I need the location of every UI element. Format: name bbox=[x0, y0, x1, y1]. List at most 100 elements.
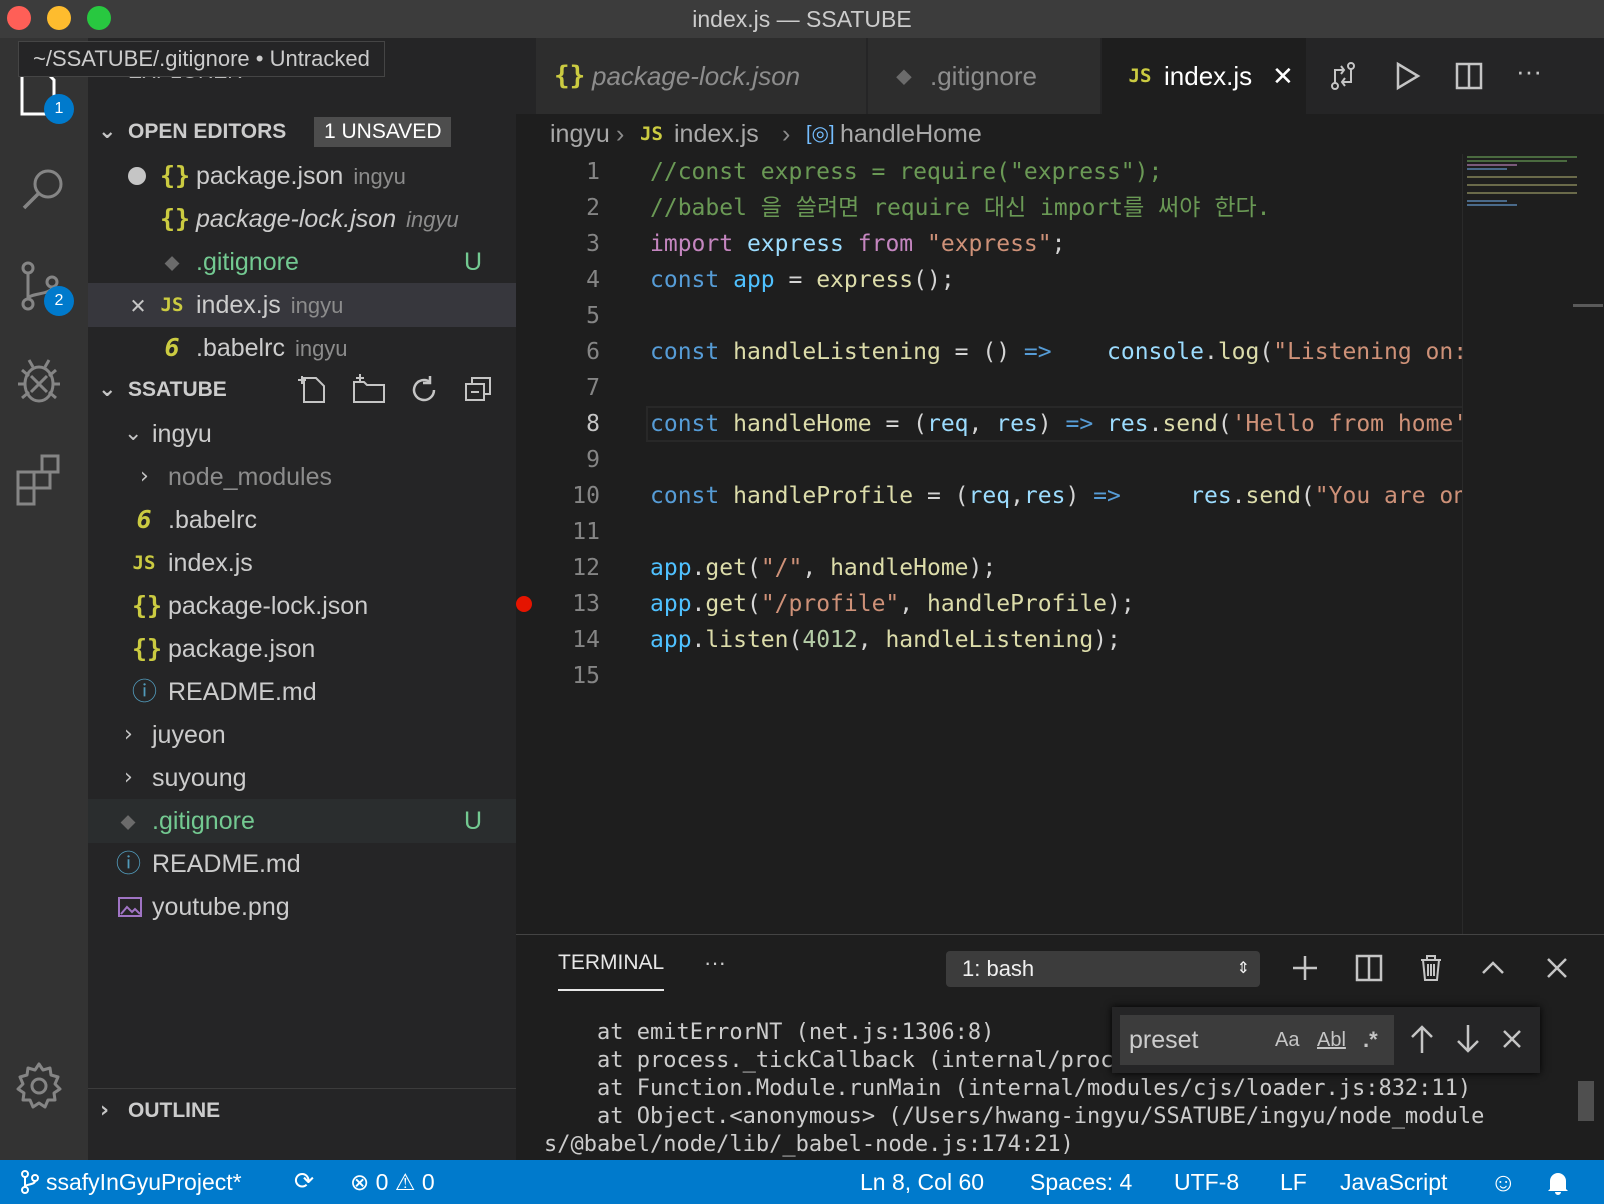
open-editors-header[interactable]: ⌄ OPEN EDITORS 1 UNSAVED bbox=[88, 110, 516, 154]
code-token: const bbox=[650, 483, 720, 509]
trash-icon[interactable] bbox=[1416, 953, 1446, 983]
open-editor-item[interactable]: ◆ .gitignore U bbox=[88, 240, 516, 284]
close-panel-icon[interactable] bbox=[1542, 953, 1572, 983]
folder-item[interactable]: ⌄ ingyu bbox=[88, 412, 516, 456]
code-token: listen bbox=[705, 627, 789, 653]
new-terminal-icon[interactable] bbox=[1290, 953, 1320, 983]
line-number[interactable]: 7 bbox=[516, 370, 600, 406]
arrow-up-icon[interactable] bbox=[1408, 1023, 1436, 1055]
close-find-icon[interactable] bbox=[1500, 1027, 1524, 1051]
sync-icon[interactable]: ⟳ bbox=[294, 1160, 314, 1204]
line-number[interactable]: 4 bbox=[516, 262, 600, 298]
folder-item[interactable]: › suyoung bbox=[88, 756, 516, 800]
tab-index-js[interactable]: JS index.js ✕ bbox=[1102, 38, 1306, 114]
problems-indicator[interactable]: ⊗ 0 ⚠ 0 bbox=[350, 1160, 435, 1204]
outline-header[interactable]: › OUTLINE bbox=[88, 1088, 516, 1132]
new-folder-icon[interactable] bbox=[352, 374, 386, 406]
source-control-icon[interactable]: 2 bbox=[14, 258, 74, 318]
extensions-icon[interactable] bbox=[14, 450, 74, 510]
file-description: ingyu bbox=[290, 293, 344, 318]
panel-more-icon[interactable]: ··· bbox=[704, 935, 726, 991]
feedback-smiley-icon[interactable]: ☺ bbox=[1490, 1160, 1517, 1204]
more-actions-icon[interactable]: ··· bbox=[1516, 56, 1542, 87]
run-icon[interactable] bbox=[1392, 60, 1422, 92]
line-number[interactable]: 9 bbox=[516, 442, 600, 478]
open-editor-item[interactable]: {} package.json ingyu bbox=[88, 154, 516, 198]
terminal-scrollbar[interactable] bbox=[1578, 1081, 1594, 1121]
indentation[interactable]: Spaces: 4 bbox=[1030, 1160, 1132, 1204]
new-file-icon[interactable] bbox=[298, 374, 330, 406]
language-mode[interactable]: JavaScript bbox=[1340, 1160, 1447, 1204]
tab-package-lock-json[interactable]: {} package-lock.json bbox=[536, 38, 866, 114]
notification-bell-icon[interactable] bbox=[1546, 1170, 1570, 1196]
zoom-window-button[interactable] bbox=[87, 6, 111, 30]
maximize-panel-icon[interactable] bbox=[1478, 953, 1508, 983]
find-input[interactable]: preset Aa Abl .* bbox=[1120, 1015, 1394, 1065]
line-number[interactable]: 5 bbox=[516, 298, 600, 334]
regex-icon[interactable]: .* bbox=[1363, 1016, 1378, 1064]
open-changes-icon[interactable] bbox=[1328, 60, 1358, 92]
debug-icon[interactable] bbox=[14, 354, 74, 414]
terminal-tab[interactable]: TERMINAL bbox=[558, 935, 665, 991]
breadcrumb-folder[interactable]: ingyu bbox=[550, 114, 610, 154]
open-editor-item[interactable]: 6 .babelrc ingyu bbox=[88, 326, 516, 370]
code-token: app bbox=[733, 267, 775, 293]
breadcrumb: ingyu › JS index.js › [◎] handleHome bbox=[516, 114, 1604, 154]
match-case-icon[interactable]: Aa bbox=[1275, 1016, 1299, 1064]
split-editor-icon[interactable] bbox=[1454, 60, 1484, 92]
line-number[interactable]: 1 bbox=[516, 154, 600, 190]
cursor-position[interactable]: Ln 8, Col 60 bbox=[860, 1160, 984, 1204]
code-token: log bbox=[1217, 339, 1260, 365]
tab-gitignore[interactable]: ◆ .gitignore bbox=[868, 38, 1100, 114]
encoding[interactable]: UTF-8 bbox=[1174, 1160, 1239, 1204]
search-icon[interactable] bbox=[14, 160, 74, 220]
project-header[interactable]: ⌄ SSATUBE bbox=[88, 368, 516, 412]
code-token: "Listening on: http://localhost:4012" bbox=[1273, 339, 1462, 365]
split-terminal-icon[interactable] bbox=[1354, 953, 1384, 983]
code-editor[interactable]: 1 //const express = require("express"); 2 /… bbox=[516, 154, 1462, 934]
close-window-button[interactable] bbox=[7, 6, 31, 30]
file-item[interactable]: ◆ .gitignore U bbox=[88, 799, 516, 843]
minimize-window-button[interactable] bbox=[47, 6, 71, 30]
file-item[interactable]: youtube.png bbox=[88, 885, 516, 929]
terminal-line: at Object.<anonymous> (/Users/hwang-ingy… bbox=[544, 1104, 1485, 1129]
code-token: const bbox=[650, 411, 720, 437]
line-number[interactable]: 14 bbox=[516, 622, 600, 658]
file-item[interactable]: {} package.json bbox=[88, 627, 516, 671]
folder-item[interactable]: › node_modules bbox=[88, 455, 516, 499]
minimap[interactable] bbox=[1462, 154, 1604, 934]
breadcrumb-symbol[interactable]: handleHome bbox=[840, 114, 982, 154]
file-item[interactable]: JS index.js bbox=[88, 541, 516, 585]
open-editor-item[interactable]: ✕ JS index.js ingyu bbox=[88, 283, 516, 327]
file-item[interactable]: 6 .babelrc bbox=[88, 498, 516, 542]
whole-word-icon[interactable]: Abl bbox=[1317, 1016, 1346, 1064]
line-number[interactable]: 13 bbox=[516, 586, 600, 622]
arrow-down-icon[interactable] bbox=[1454, 1023, 1482, 1055]
collapse-all-icon[interactable] bbox=[462, 374, 494, 406]
file-item[interactable]: {} package-lock.json bbox=[88, 584, 516, 628]
breadcrumb-file[interactable]: index.js bbox=[674, 114, 759, 154]
line-number[interactable]: 2 bbox=[516, 190, 600, 226]
settings-gear-icon[interactable] bbox=[14, 1056, 74, 1116]
line-number[interactable]: 8 bbox=[516, 406, 600, 442]
line-number[interactable]: 10 bbox=[516, 478, 600, 514]
folder-item[interactable]: › juyeon bbox=[88, 713, 516, 757]
code-token: = () bbox=[940, 339, 1024, 365]
close-icon[interactable]: ✕ bbox=[1272, 38, 1294, 114]
open-editor-item[interactable]: {} package-lock.json ingyu bbox=[88, 197, 516, 241]
line-ending[interactable]: LF bbox=[1280, 1160, 1307, 1204]
close-icon[interactable]: ✕ bbox=[126, 283, 150, 327]
file-item[interactable]: ⓘ README.md bbox=[88, 670, 516, 714]
file-tooltip: ~/SSATUBE/.gitignore • Untracked bbox=[18, 41, 385, 77]
file-item[interactable]: ⓘ README.md bbox=[88, 842, 516, 886]
line-number[interactable]: 12 bbox=[516, 550, 600, 586]
line-number[interactable]: 6 bbox=[516, 334, 600, 370]
branch-name[interactable]: ssafyInGyuProject* bbox=[46, 1160, 242, 1204]
line-number[interactable]: 15 bbox=[516, 658, 600, 694]
line-number[interactable]: 11 bbox=[516, 514, 600, 550]
code-token: console bbox=[1107, 339, 1204, 365]
refresh-icon[interactable] bbox=[408, 374, 440, 406]
terminal-select[interactable]: 1: bash ⇕ bbox=[946, 951, 1260, 987]
line-number[interactable]: 3 bbox=[516, 226, 600, 262]
